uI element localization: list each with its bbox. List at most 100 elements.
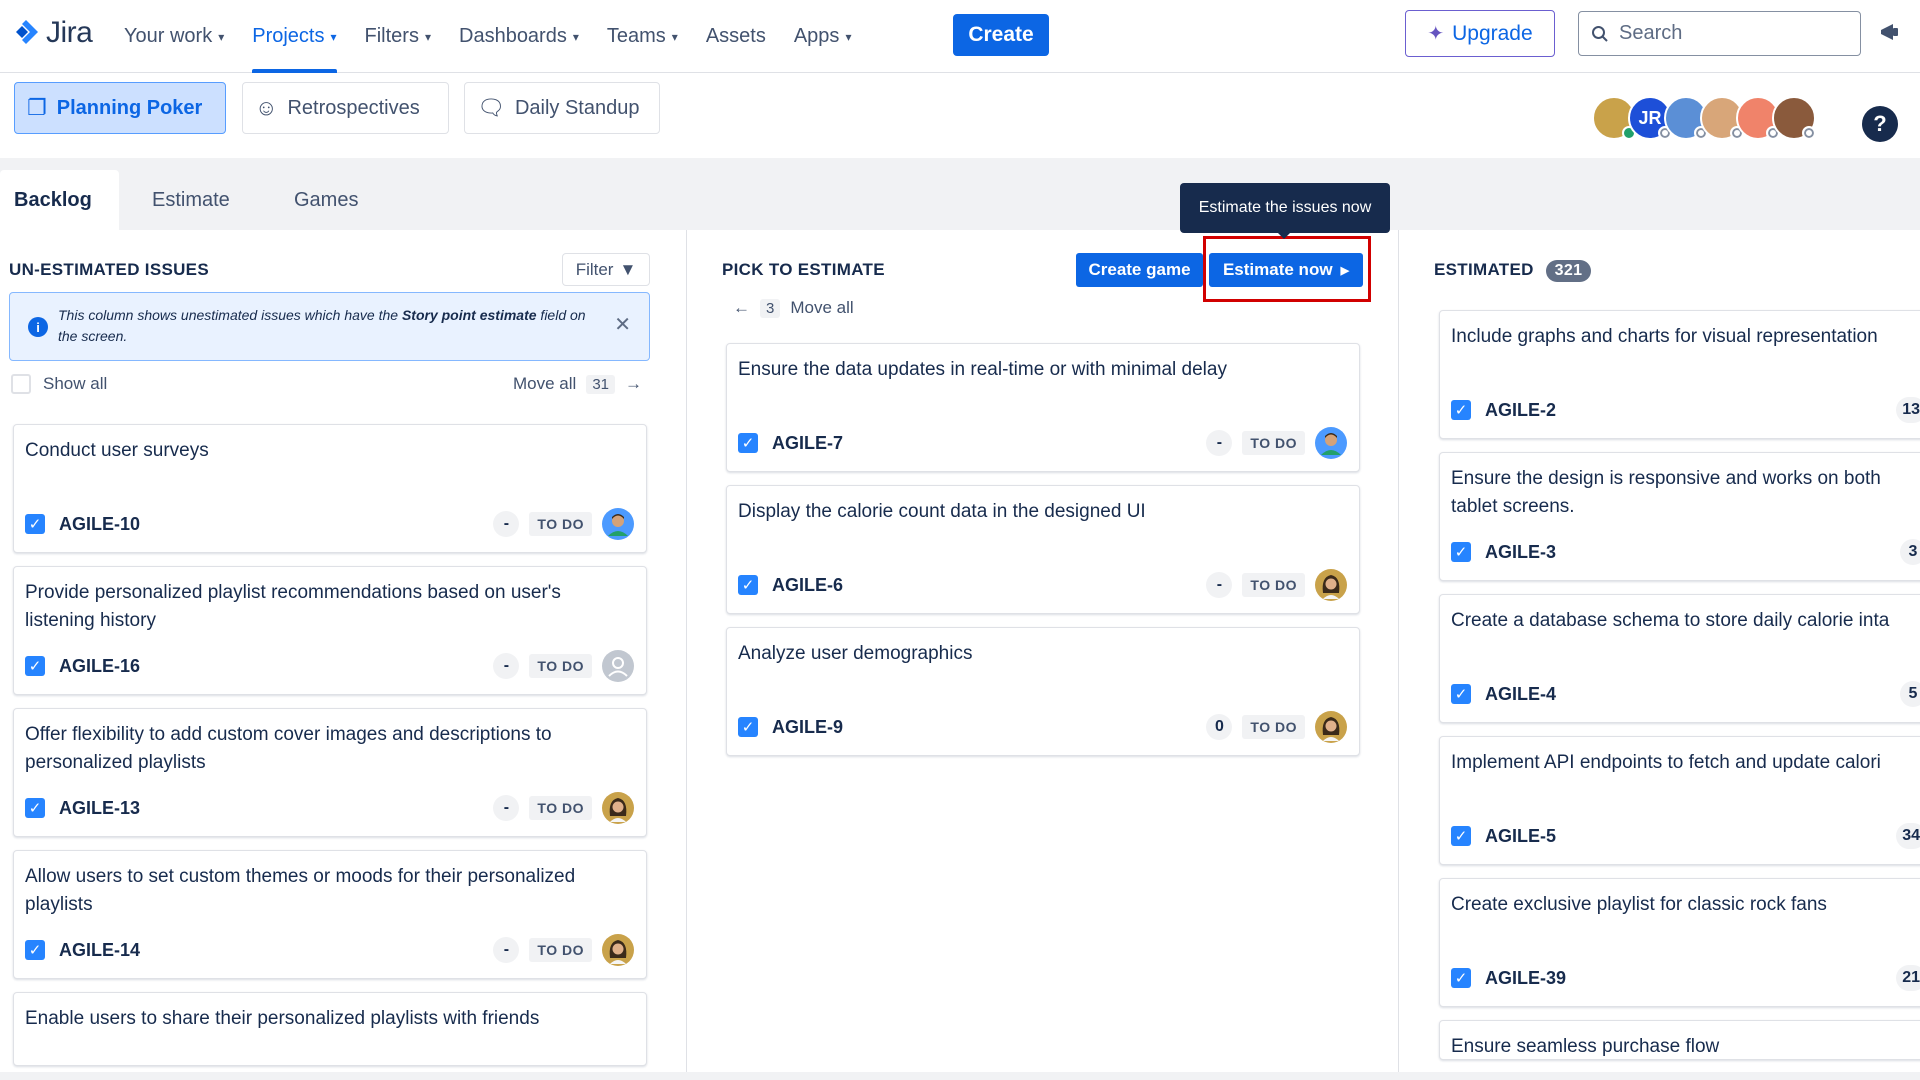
tab-games[interactable]: Games <box>294 170 358 230</box>
top-navigation: Jira Your work ▾ Projects ▾ Filters ▾ Dashb… <box>0 0 1920 73</box>
nav-apps[interactable]: Apps ▾ <box>794 0 852 73</box>
assignee-avatar[interactable] <box>602 934 634 966</box>
unestimated-heading: UN-ESTIMATED ISSUES <box>9 260 209 279</box>
status-badge: TO DO <box>1242 573 1305 597</box>
tab-backlog[interactable]: Backlog <box>0 170 119 230</box>
status-badge: TO DO <box>529 796 592 820</box>
issue-card[interactable]: Conduct user surveys ✓ AGILE-10 - TO DO <box>13 424 647 553</box>
issue-key[interactable]: AGILE-14 <box>59 940 140 961</box>
story-checkbox-icon: ✓ <box>738 575 758 595</box>
estimate-now-button[interactable]: Estimate now ▶ <box>1209 253 1363 287</box>
issue-meta: - TO DO <box>493 934 634 966</box>
nav-projects[interactable]: Projects ▾ <box>252 0 337 73</box>
story-points: - <box>1206 572 1233 598</box>
issue-card[interactable]: Implement API endpoints to fetch and upd… <box>1439 736 1920 865</box>
issue-card[interactable]: Ensure the design is responsive and work… <box>1439 452 1920 581</box>
nav-label: Dashboards <box>459 25 567 47</box>
assignee-avatar[interactable] <box>602 792 634 824</box>
issue-card[interactable]: Display the calorie count data in the de… <box>726 485 1360 614</box>
assignee-avatar[interactable] <box>602 650 634 682</box>
issue-card[interactable]: Allow users to set custom themes or mood… <box>13 850 647 979</box>
issue-card[interactable]: Offer flexibility to add custom cover im… <box>13 708 647 837</box>
issue-key[interactable]: AGILE-7 <box>772 433 843 454</box>
issue-meta: - TO DO <box>1206 427 1347 459</box>
story-points: - <box>493 795 520 821</box>
nav-your-work[interactable]: Your work ▾ <box>124 0 224 73</box>
help-icon[interactable]: ? <box>1862 106 1898 142</box>
checkbox-icon[interactable] <box>11 374 31 394</box>
assignee-avatar[interactable] <box>1315 569 1347 601</box>
create-game-button[interactable]: Create game <box>1076 253 1203 287</box>
avatar[interactable] <box>1772 96 1816 140</box>
tab-estimate[interactable]: Estimate <box>152 170 230 230</box>
app-tab-retrospectives[interactable]: ☺ Retrospectives <box>242 82 449 134</box>
chevron-down-icon: ▾ <box>424 29 431 44</box>
issue-key[interactable]: AGILE-10 <box>59 514 140 535</box>
issue-meta: - TO DO <box>493 650 634 682</box>
issue-meta: - TO DO <box>493 508 634 540</box>
issue-key[interactable]: AGILE-3 <box>1485 542 1556 563</box>
issue-key[interactable]: AGILE-13 <box>59 798 140 819</box>
jira-logo[interactable]: Jira <box>12 16 93 50</box>
nav-assets[interactable]: Assets <box>706 0 766 73</box>
issue-key[interactable]: AGILE-4 <box>1485 684 1556 705</box>
app-tab-label: Retrospectives <box>287 96 420 119</box>
issue-meta: 0 TO DO <box>1206 711 1347 743</box>
issue-key[interactable]: AGILE-6 <box>772 575 843 596</box>
filter-button[interactable]: Filter ▼ <box>562 253 650 286</box>
story-points: - <box>493 937 520 963</box>
issue-card[interactable]: Analyze user demographics ✓ AGILE-9 0 TO DO <box>726 627 1360 756</box>
bottom-scroll-strip <box>0 1072 1920 1080</box>
issue-key[interactable]: AGILE-9 <box>772 717 843 738</box>
info-icon: i <box>28 317 48 337</box>
issue-key[interactable]: AGILE-16 <box>59 656 140 677</box>
issue-card[interactable]: Ensure the data updates in real-time or … <box>726 343 1360 472</box>
issue-card-footer: ✓ AGILE-16 - TO DO <box>25 650 634 682</box>
issue-card[interactable]: Include graphs and charts for visual rep… <box>1439 310 1920 439</box>
issue-card[interactable]: Ensure seamless purchase flow <box>1439 1020 1920 1060</box>
assignee-avatar[interactable] <box>602 508 634 540</box>
retrospective-icon: ☺ <box>255 95 278 120</box>
show-all-checkbox[interactable]: Show all <box>11 374 107 394</box>
upgrade-button[interactable]: ✦ Upgrade <box>1405 10 1555 57</box>
issue-summary: Allow users to set custom themes or mood… <box>25 866 576 915</box>
issue-card[interactable]: Create exclusive playlist for classic ro… <box>1439 878 1920 1007</box>
nav-label: Projects <box>252 25 325 47</box>
nav-teams[interactable]: Teams ▾ <box>607 0 678 73</box>
issue-card[interactable]: Create a database schema to store daily … <box>1439 594 1920 723</box>
issue-summary: Implement API endpoints to fetch and upd… <box>1451 752 1881 773</box>
move-all-count: 3 <box>760 298 781 318</box>
issue-card-footer: ✓ AGILE-14 - TO DO <box>25 934 634 966</box>
filter-label: Filter <box>575 259 614 279</box>
arrow-right-icon: → <box>625 374 642 393</box>
issue-card[interactable]: Enable users to share their personalized… <box>13 992 647 1066</box>
assignee-avatar[interactable] <box>1315 427 1347 459</box>
nav-dashboards[interactable]: Dashboards ▾ <box>459 0 579 73</box>
notification-megaphone-icon[interactable] <box>1878 20 1902 50</box>
chevron-down-icon: ▾ <box>572 29 579 44</box>
filter-funnel-icon: ▼ <box>619 259 637 279</box>
assignee-avatar[interactable] <box>1315 711 1347 743</box>
nav-label: Your work <box>124 25 213 47</box>
issue-card[interactable]: Provide personalized playlist recommenda… <box>13 566 647 695</box>
issue-key[interactable]: AGILE-39 <box>1485 968 1566 989</box>
move-all-button[interactable]: Move all 31 → <box>513 374 642 394</box>
issue-summary: Display the calorie count data in the de… <box>738 501 1146 522</box>
issue-key[interactable]: AGILE-5 <box>1485 826 1556 847</box>
app-tab-daily-standup[interactable]: 🗨 Daily Standup <box>464 82 660 134</box>
issue-card-footer: ✓ AGILE-9 0 TO DO <box>738 711 1347 743</box>
close-icon[interactable]: ✕ <box>614 315 631 336</box>
chevron-down-icon: ▾ <box>330 29 337 44</box>
story-checkbox-icon: ✓ <box>1451 826 1471 846</box>
nav-filters[interactable]: Filters ▾ <box>365 0 431 73</box>
search-input[interactable]: Search <box>1578 11 1861 56</box>
issue-key[interactable]: AGILE-2 <box>1485 400 1556 421</box>
app-tab-label: Planning Poker <box>56 96 203 119</box>
info-text-bold: Story point estimate <box>401 307 537 323</box>
search-icon <box>1592 25 1608 42</box>
app-tab-planning-poker[interactable]: ❐ Planning Poker <box>14 82 226 134</box>
story-checkbox-icon: ✓ <box>1451 542 1471 562</box>
move-all-back-button[interactable]: ← 3 Move all <box>733 298 854 318</box>
create-button[interactable]: Create <box>953 14 1049 56</box>
status-badge: TO DO <box>529 654 592 678</box>
